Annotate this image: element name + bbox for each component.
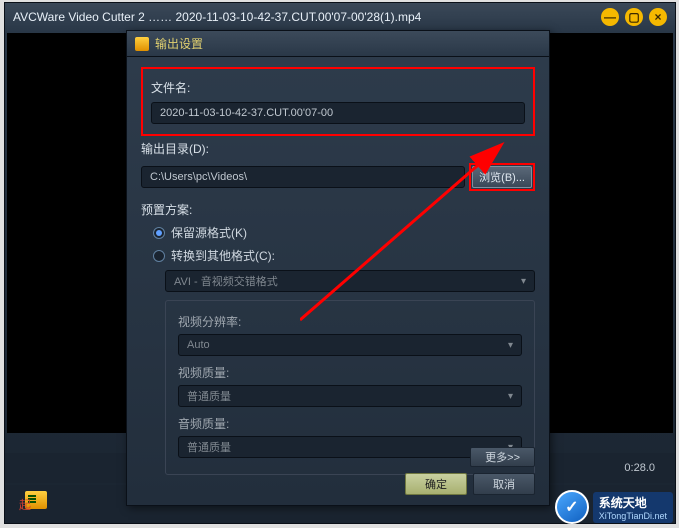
radio-convert[interactable]: 转换到其他格式(C): bbox=[153, 247, 535, 264]
filename-highlight: 文件名: bbox=[141, 67, 535, 136]
status-text: 起 bbox=[19, 496, 31, 513]
dialog-footer: 更多>> 确定 取消 bbox=[405, 447, 535, 495]
radio-convert-icon bbox=[153, 250, 165, 262]
cancel-button[interactable]: 取消 bbox=[473, 473, 535, 495]
chevron-down-icon: ▾ bbox=[508, 391, 513, 402]
app-title: AVCWare Video Cutter 2 …… 2020-11-03-10-… bbox=[13, 10, 601, 24]
watermark-brand: 系统天地 bbox=[599, 496, 647, 510]
watermark-text: 系统天地 XiTongTianDi.net bbox=[593, 492, 673, 523]
timecode-display: 0:28.0 bbox=[624, 462, 655, 474]
chevron-down-icon: ▾ bbox=[521, 276, 526, 287]
minimize-button[interactable]: — bbox=[601, 8, 619, 26]
radio-keep-icon bbox=[153, 227, 165, 239]
window-controls: — ▢ × bbox=[601, 8, 667, 26]
filename-input[interactable] bbox=[151, 102, 525, 124]
radio-keep-label: 保留源格式(K) bbox=[171, 224, 247, 241]
output-settings-dialog: 输出设置 文件名: 输出目录(D): 浏览(B)... 预置方案: 保留源格式(… bbox=[126, 30, 550, 506]
radio-keep-source[interactable]: 保留源格式(K) bbox=[153, 224, 535, 241]
main-titlebar: AVCWare Video Cutter 2 …… 2020-11-03-10-… bbox=[5, 3, 675, 31]
resolution-value: Auto bbox=[187, 339, 210, 351]
resolution-label: 视频分辨率: bbox=[178, 313, 522, 330]
dialog-title: 输出设置 bbox=[155, 35, 203, 52]
output-dir-label: 输出目录(D): bbox=[141, 140, 535, 157]
video-quality-select[interactable]: 普通质量 ▾ bbox=[178, 385, 522, 407]
watermark: ✓ 系统天地 XiTongTianDi.net bbox=[555, 490, 673, 524]
video-quality-value: 普通质量 bbox=[187, 388, 231, 404]
format-select[interactable]: AVI - 音视频交错格式 ▾ bbox=[165, 270, 535, 292]
footer-buttons: 确定 取消 bbox=[405, 473, 535, 495]
chevron-down-icon: ▾ bbox=[508, 340, 513, 351]
ok-button[interactable]: 确定 bbox=[405, 473, 467, 495]
filename-label: 文件名: bbox=[151, 79, 525, 96]
browse-button[interactable]: 浏览(B)... bbox=[472, 166, 532, 188]
radio-convert-label: 转换到其他格式(C): bbox=[171, 247, 275, 264]
close-button[interactable]: × bbox=[649, 8, 667, 26]
dialog-icon bbox=[135, 37, 149, 51]
video-quality-label: 视频质量: bbox=[178, 364, 522, 381]
output-dir-row: 浏览(B)... bbox=[141, 163, 535, 191]
format-value: AVI - 音视频交错格式 bbox=[174, 273, 278, 289]
watermark-url: XiTongTianDi.net bbox=[599, 511, 667, 521]
preset-label: 预置方案: bbox=[141, 201, 535, 218]
more-button[interactable]: 更多>> bbox=[470, 447, 535, 467]
audio-quality-label: 音频质量: bbox=[178, 415, 522, 432]
watermark-badge-icon: ✓ bbox=[555, 490, 589, 524]
dialog-titlebar: 输出设置 bbox=[127, 31, 549, 57]
output-dir-input[interactable] bbox=[141, 166, 465, 188]
dialog-body: 文件名: 输出目录(D): 浏览(B)... 预置方案: 保留源格式(K) 转换… bbox=[127, 57, 549, 493]
resolution-select[interactable]: Auto ▾ bbox=[178, 334, 522, 356]
audio-quality-value: 普通质量 bbox=[187, 439, 231, 455]
maximize-button[interactable]: ▢ bbox=[625, 8, 643, 26]
browse-highlight: 浏览(B)... bbox=[469, 163, 535, 191]
format-select-wrap: AVI - 音视频交错格式 ▾ bbox=[165, 270, 535, 292]
